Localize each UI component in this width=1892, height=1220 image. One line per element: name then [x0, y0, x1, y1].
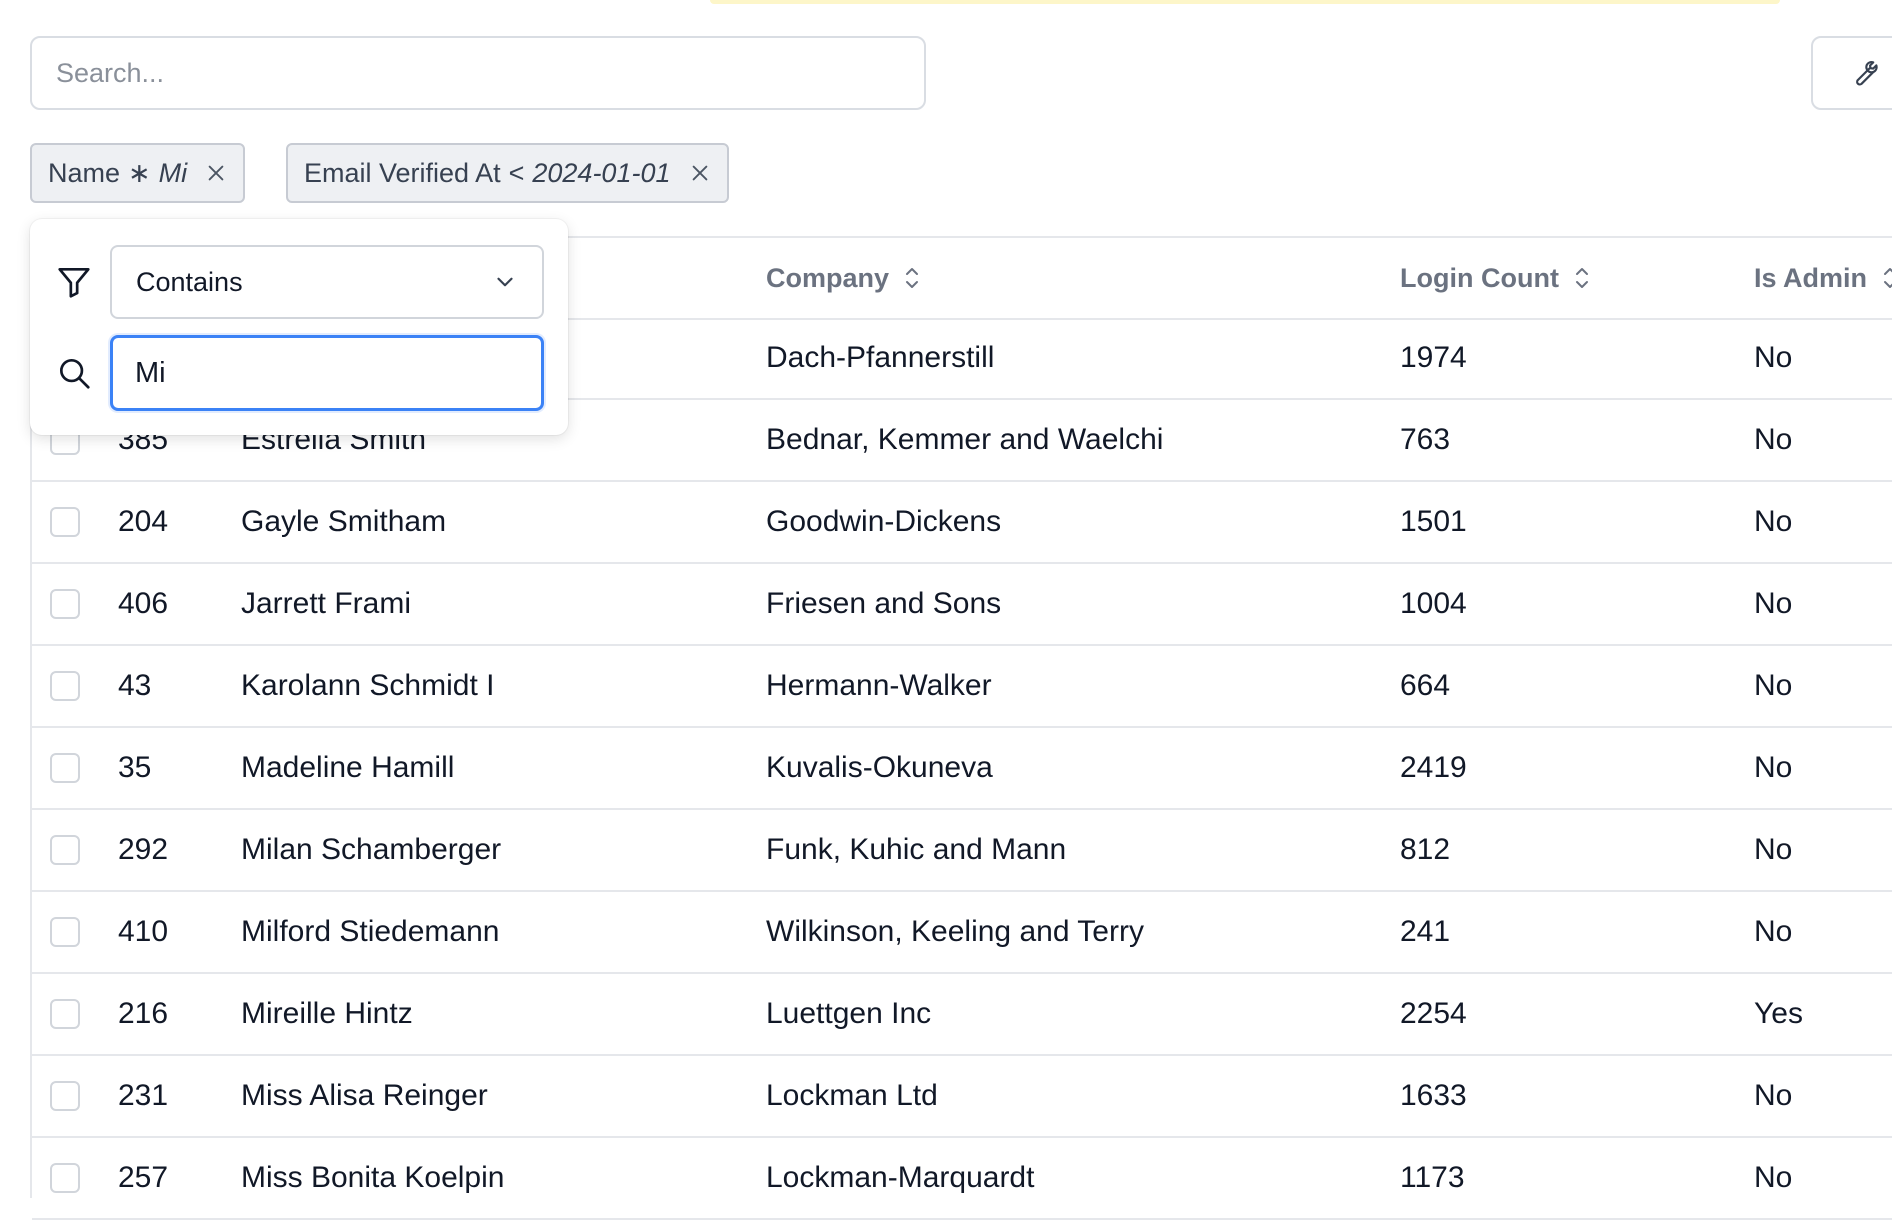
cell-name: Karolann Schmidt I	[241, 669, 495, 702]
sort-icon	[1571, 265, 1593, 291]
cell-login-count: 1501	[1400, 505, 1467, 538]
top-highlight-bar	[710, 0, 1780, 4]
cell-name: Jarrett Frami	[241, 587, 412, 620]
row-checkbox[interactable]	[50, 835, 80, 865]
cell-id: 231	[118, 1079, 169, 1112]
close-icon[interactable]	[689, 162, 711, 184]
table-row[interactable]: 257 Miss Bonita Koelpin Lockman-Marquard…	[32, 1138, 1892, 1220]
search-input[interactable]	[30, 36, 926, 110]
cell-company: Hermann-Walker	[766, 669, 992, 702]
row-checkbox[interactable]	[50, 671, 80, 701]
row-checkbox[interactable]	[50, 507, 80, 537]
column-header-company[interactable]: Company	[766, 238, 923, 318]
table-row[interactable]: 43 Karolann Schmidt I Hermann-Walker 664…	[32, 646, 1892, 728]
cell-is-admin: No	[1754, 1161, 1793, 1194]
close-icon[interactable]	[205, 162, 227, 184]
cell-is-admin: No	[1754, 751, 1793, 784]
operator-select[interactable]: Contains	[110, 245, 544, 319]
wrench-icon	[1847, 57, 1879, 89]
column-label: Company	[766, 262, 890, 293]
table-row[interactable]: 35 Madeline Hamill Kuvalis-Okuneva 2419 …	[32, 728, 1892, 810]
cell-login-count: 2254	[1400, 997, 1467, 1030]
cell-is-admin: No	[1754, 1079, 1793, 1112]
chevron-down-icon	[492, 269, 518, 295]
cell-is-admin: Yes	[1754, 997, 1803, 1030]
column-label: Login Count	[1400, 262, 1559, 293]
cell-company: Wilkinson, Keeling and Terry	[766, 915, 1144, 948]
filter-chip-email-verified[interactable]: Email Verified At < 2024-01-01	[286, 143, 729, 203]
cell-company: Lockman-Marquardt	[766, 1161, 1035, 1194]
cell-company: Kuvalis-Okuneva	[766, 751, 993, 784]
cell-id: 292	[118, 833, 169, 866]
table-row[interactable]: 292 Milan Schamberger Funk, Kuhic and Ma…	[32, 810, 1892, 892]
cell-name: Miss Alisa Reinger	[241, 1079, 488, 1112]
cell-is-admin: No	[1754, 341, 1793, 374]
table-row[interactable]: 216 Mireille Hintz Luettgen Inc 2254 Yes	[32, 974, 1892, 1056]
cell-login-count: 2419	[1400, 751, 1467, 784]
cell-login-count: 763	[1400, 423, 1451, 456]
filter-chip-value: 2024-01-01	[532, 157, 671, 188]
row-checkbox[interactable]	[50, 753, 80, 783]
row-checkbox[interactable]	[50, 917, 80, 947]
row-checkbox[interactable]	[50, 1081, 80, 1111]
cell-login-count: 241	[1400, 915, 1451, 948]
cell-is-admin: No	[1754, 669, 1793, 702]
filter-chip-operator: ∗	[128, 157, 151, 188]
cell-login-count: 1633	[1400, 1079, 1467, 1112]
cell-is-admin: No	[1754, 833, 1793, 866]
filter-chip-name[interactable]: Name ∗ Mi	[30, 143, 246, 203]
table-row[interactable]: 204 Gayle Smitham Goodwin-Dickens 1501 N…	[32, 482, 1892, 564]
filter-chip-field: Name	[48, 157, 121, 188]
cell-company: Funk, Kuhic and Mann	[766, 833, 1067, 866]
cell-name: Gayle Smitham	[241, 505, 447, 538]
table-row[interactable]: 406 Jarrett Frami Friesen and Sons 1004 …	[32, 564, 1892, 646]
cell-company: Bednar, Kemmer and Waelchi	[766, 423, 1164, 456]
search-icon	[54, 353, 94, 393]
column-header-login-count[interactable]: Login Count	[1400, 238, 1593, 318]
cell-login-count: 1173	[1400, 1161, 1465, 1194]
sort-icon	[1879, 265, 1892, 291]
filter-chip-field: Email Verified At	[304, 157, 501, 188]
cell-name: Milan Schamberger	[241, 833, 502, 866]
cell-login-count: 664	[1400, 669, 1451, 702]
cell-is-admin: No	[1754, 505, 1793, 538]
cell-id: 35	[118, 751, 152, 784]
cell-name: Milford Stiedemann	[241, 915, 500, 948]
sort-icon	[901, 265, 923, 291]
cell-is-admin: No	[1754, 587, 1793, 620]
tools-button[interactable]: A	[1811, 36, 1892, 110]
cell-name: Miss Bonita Koelpin	[241, 1161, 505, 1194]
filter-value-input[interactable]	[110, 335, 544, 411]
row-checkbox[interactable]	[50, 589, 80, 619]
cell-login-count: 1004	[1400, 587, 1467, 620]
cell-company: Dach-Pfannerstill	[766, 341, 995, 374]
cell-company: Goodwin-Dickens	[766, 505, 1002, 538]
row-checkbox[interactable]	[50, 999, 80, 1029]
cell-id: 410	[118, 915, 169, 948]
cell-company: Friesen and Sons	[766, 587, 1002, 620]
cell-id: 43	[118, 669, 152, 702]
cell-login-count: 812	[1400, 833, 1451, 866]
cell-is-admin: No	[1754, 915, 1793, 948]
row-checkbox[interactable]	[50, 1163, 80, 1193]
filter-chip-operator: <	[508, 157, 525, 188]
cell-login-count: 1974	[1400, 341, 1467, 374]
cell-name: Madeline Hamill	[241, 751, 455, 784]
filter-popover: Contains	[30, 219, 568, 435]
table-row[interactable]: 231 Miss Alisa Reinger Lockman Ltd 1633 …	[32, 1056, 1892, 1138]
filter-chip-value: Mi	[158, 157, 188, 188]
operator-select-value: Contains	[136, 266, 243, 297]
cell-id: 216	[118, 997, 169, 1030]
column-header-is-admin[interactable]: Is Admin	[1754, 238, 1892, 318]
cell-is-admin: No	[1754, 423, 1793, 456]
column-label: Is Admin	[1754, 262, 1868, 293]
cell-company: Luettgen Inc	[766, 997, 932, 1030]
cell-id: 257	[118, 1161, 169, 1194]
cell-name: Mireille Hintz	[241, 997, 413, 1030]
table-row[interactable]: 410 Milford Stiedemann Wilkinson, Keelin…	[32, 892, 1892, 974]
cell-company: Lockman Ltd	[766, 1079, 938, 1112]
cell-id: 204	[118, 505, 169, 538]
filter-icon	[54, 262, 94, 302]
cell-id: 406	[118, 587, 169, 620]
